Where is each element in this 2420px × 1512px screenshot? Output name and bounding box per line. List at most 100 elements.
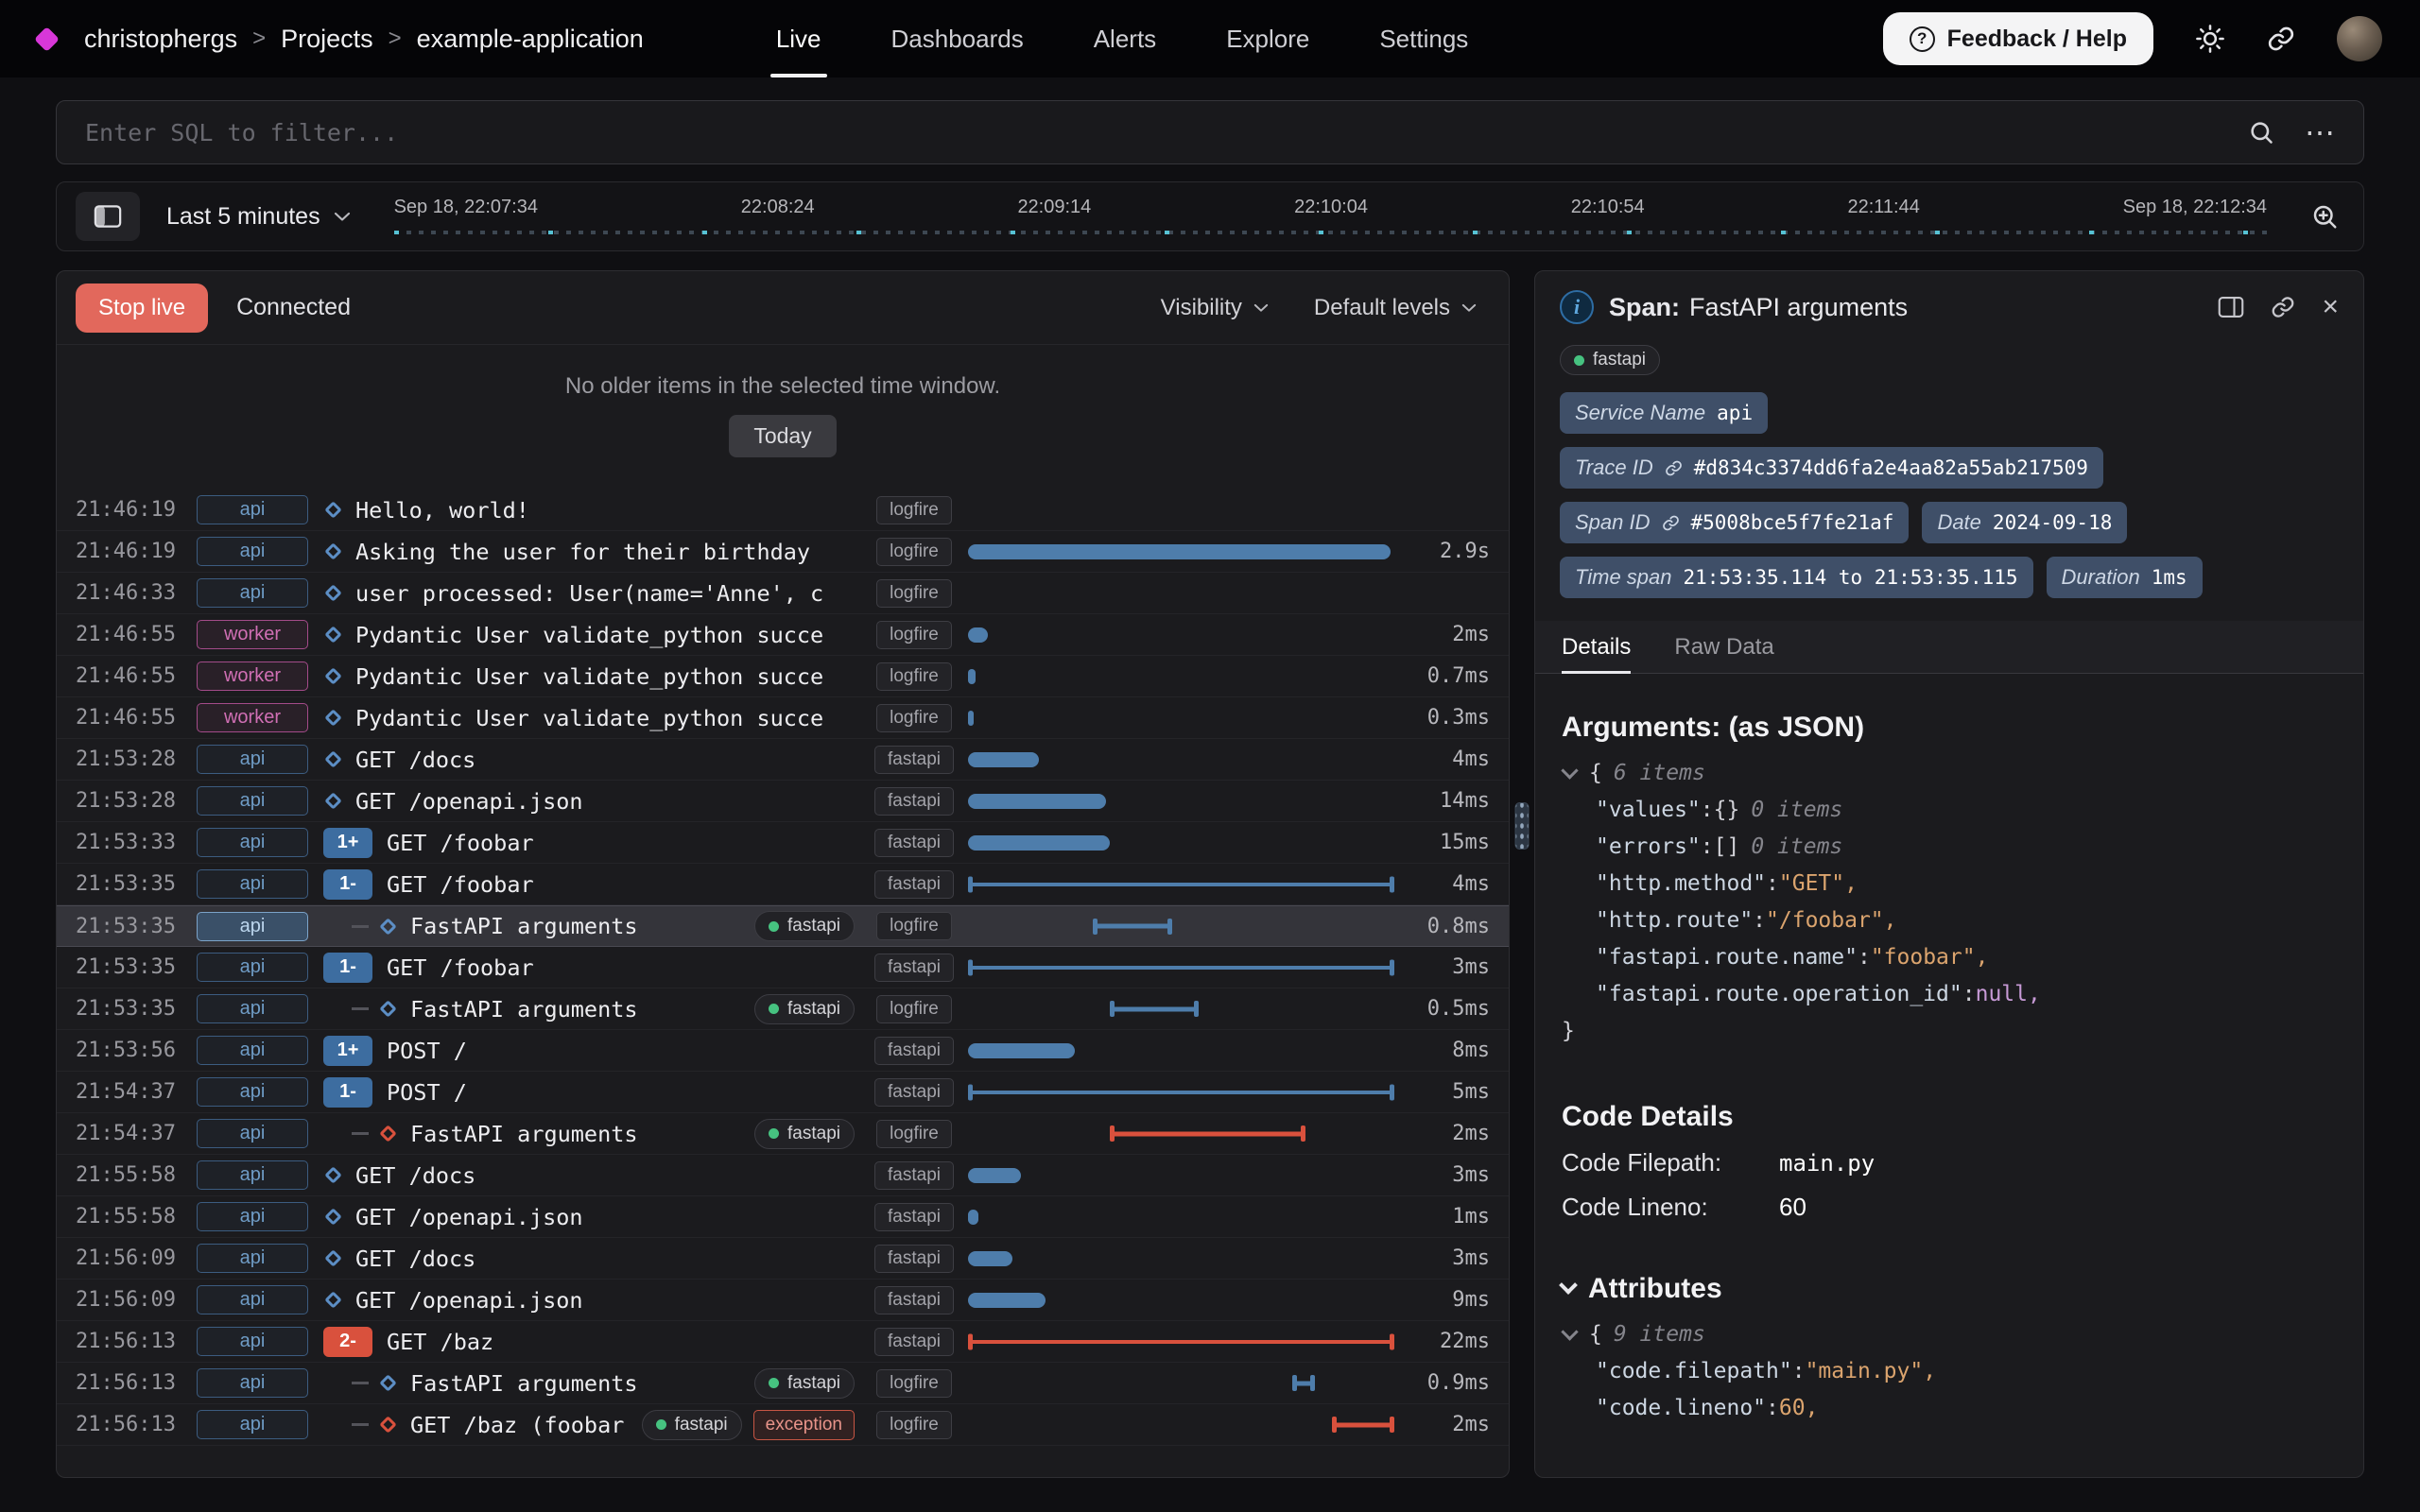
scope-chip-logfire[interactable]: logfire (876, 538, 952, 566)
scope-chip-fastapi[interactable]: fastapi (874, 870, 954, 899)
drag-handle[interactable] (1515, 802, 1530, 850)
log-row[interactable]: 21:56:09apiGET /docsfastapi3ms (57, 1238, 1509, 1280)
meta-chip-service-name[interactable]: Service Nameapi (1560, 392, 1768, 434)
nav-tab-live[interactable]: Live (776, 0, 821, 77)
meta-chip-date[interactable]: Date2024-09-18 (1922, 502, 2127, 543)
log-row[interactable]: 21:46:55workerPydantic User validate_pyt… (57, 656, 1509, 697)
scope-chip-fastapi[interactable]: fastapi (874, 787, 954, 816)
meta-chip-time-span[interactable]: Time span21:53:35.114 to 21:53:35.115 (1560, 557, 2033, 598)
nav-tab-explore[interactable]: Explore (1226, 0, 1309, 77)
log-row[interactable]: 21:54:37apiFastAPI argumentsfastapilogfi… (57, 1113, 1509, 1155)
scope-chip-logfire[interactable]: logfire (876, 1120, 952, 1148)
log-row[interactable]: 21:56:09apiGET /openapi.jsonfastapi9ms (57, 1280, 1509, 1321)
panel-splitter[interactable] (1510, 270, 1534, 1478)
scope-chip-logfire[interactable]: logfire (876, 662, 952, 691)
scope-chip-logfire[interactable]: logfire (876, 704, 952, 732)
tag-chip-api[interactable]: api (197, 1368, 308, 1398)
tag-chip-api[interactable]: api (197, 1410, 308, 1439)
tag-chip-api[interactable]: api (197, 537, 308, 566)
tab-details[interactable]: Details (1562, 621, 1631, 673)
scope-chip-fastapi[interactable]: fastapi (874, 1245, 954, 1273)
panel-toggle-button[interactable] (76, 192, 140, 241)
tag-pill-fastapi[interactable]: fastapi (1560, 345, 1660, 375)
log-row[interactable]: 21:53:35api1-GET /foobarfastapi3ms (57, 947, 1509, 988)
scope-chip-logfire[interactable]: logfire (876, 912, 952, 940)
scope-chip-logfire[interactable]: logfire (876, 1411, 952, 1439)
children-count-badge[interactable]: 1- (323, 953, 372, 983)
default-levels-dropdown[interactable]: Default levels (1314, 295, 1477, 321)
visibility-dropdown[interactable]: Visibility (1161, 295, 1269, 321)
tag-chip-api[interactable]: api (197, 953, 308, 982)
scope-chip-logfire[interactable]: logfire (876, 995, 952, 1023)
tag-chip-api[interactable]: api (197, 869, 308, 899)
scope-chip-fastapi[interactable]: fastapi (874, 1203, 954, 1231)
tag-chip-api[interactable]: api (197, 828, 308, 857)
zoom-in-icon[interactable] (2310, 202, 2339, 231)
log-row[interactable]: 21:54:37api1-POST /fastapi5ms (57, 1072, 1509, 1113)
children-count-badge[interactable]: 1+ (323, 1036, 372, 1066)
log-row[interactable]: 21:53:28apiGET /openapi.jsonfastapi14ms (57, 781, 1509, 822)
scope-chip-fastapi[interactable]: fastapi (874, 1078, 954, 1107)
collapse-caret-icon[interactable] (1559, 1276, 1578, 1295)
collapse-caret-icon[interactable] (1561, 762, 1578, 779)
children-count-badge[interactable]: 1- (323, 869, 372, 900)
log-row[interactable]: 21:46:55workerPydantic User validate_pyt… (57, 697, 1509, 739)
tag-pill-fastapi[interactable]: fastapi (754, 1368, 855, 1399)
nav-tab-dashboards[interactable]: Dashboards (891, 0, 1024, 77)
log-row[interactable]: 21:53:56api1+POST /fastapi8ms (57, 1030, 1509, 1072)
more-options-icon[interactable]: ⋯ (2305, 117, 2335, 147)
log-row[interactable]: 21:55:58apiGET /openapi.jsonfastapi1ms (57, 1196, 1509, 1238)
feedback-help-button[interactable]: ? Feedback / Help (1883, 12, 2153, 65)
log-row[interactable]: 21:56:13apiGET /baz (foobar)fastapiexcep… (57, 1404, 1509, 1446)
scope-chip-logfire[interactable]: logfire (876, 1369, 952, 1398)
tag-chip-api[interactable]: api (197, 1244, 308, 1273)
nav-tab-settings[interactable]: Settings (1379, 0, 1468, 77)
time-range-select[interactable]: Last 5 minutes (166, 203, 351, 231)
log-row[interactable]: 21:46:19apiAsking the user for their bir… (57, 531, 1509, 573)
tag-pill-fastapi[interactable]: fastapi (642, 1410, 742, 1440)
breadcrumb-item[interactable]: example-application (417, 25, 644, 54)
tag-chip-worker[interactable]: worker (197, 662, 308, 691)
tab-raw-data[interactable]: Raw Data (1674, 621, 1773, 673)
close-icon[interactable]: × (2322, 293, 2339, 321)
log-row[interactable]: 21:55:58apiGET /docsfastapi3ms (57, 1155, 1509, 1196)
scope-chip-logfire[interactable]: logfire (876, 579, 952, 608)
tag-chip-api[interactable]: api (197, 1160, 308, 1190)
tag-pill-fastapi[interactable]: fastapi (754, 911, 855, 941)
share-link-icon[interactable] (2267, 25, 2295, 53)
stop-live-button[interactable]: Stop live (76, 284, 208, 333)
search-icon[interactable] (2248, 119, 2274, 146)
today-button[interactable]: Today (729, 415, 836, 457)
tag-chip-api[interactable]: api (197, 495, 308, 524)
tag-pill-fastapi[interactable]: fastapi (754, 994, 855, 1024)
tag-chip-worker[interactable]: worker (197, 620, 308, 649)
log-row[interactable]: 21:46:33apiuser processed: User(name='An… (57, 573, 1509, 614)
scope-chip-fastapi[interactable]: fastapi (874, 1161, 954, 1190)
log-row[interactable]: 21:46:55workerPydantic User validate_pyt… (57, 614, 1509, 656)
tag-chip-api[interactable]: api (197, 1202, 308, 1231)
tag-pill-fastapi[interactable]: fastapi (754, 1119, 855, 1149)
scope-chip-fastapi[interactable]: fastapi (874, 746, 954, 774)
breadcrumb-item[interactable]: christophergs (84, 25, 237, 54)
scope-chip-fastapi[interactable]: fastapi (874, 829, 954, 857)
meta-chip-trace-id[interactable]: Trace ID#d834c3374dd6fa2e4aa82a55ab21750… (1560, 447, 2103, 489)
tag-chip-worker[interactable]: worker (197, 703, 308, 732)
collapse-caret-icon[interactable] (1561, 1323, 1578, 1340)
meta-chip-span-id[interactable]: Span ID#5008bce5f7fe21af (1560, 502, 1909, 543)
tag-chip-api[interactable]: api (197, 786, 308, 816)
children-count-badge[interactable]: 1- (323, 1077, 372, 1108)
children-count-badge[interactable]: 2- (323, 1327, 372, 1357)
log-row[interactable]: 21:53:33api1+GET /foobarfastapi15ms (57, 822, 1509, 864)
log-row[interactable]: 21:53:35apiFastAPI argumentsfastapilogfi… (57, 905, 1509, 947)
tag-chip-api[interactable]: api (197, 912, 308, 941)
log-row[interactable]: 21:46:19apiHello, world!logfire (57, 490, 1509, 531)
log-row[interactable]: 21:53:28apiGET /docsfastapi4ms (57, 739, 1509, 781)
copy-link-icon[interactable] (2271, 295, 2295, 319)
scope-chip-fastapi[interactable]: fastapi (874, 1286, 954, 1314)
nav-tab-alerts[interactable]: Alerts (1094, 0, 1156, 77)
scope-chip-fastapi[interactable]: fastapi (874, 1037, 954, 1065)
exception-chip[interactable]: exception (753, 1410, 855, 1440)
tag-chip-api[interactable]: api (197, 1077, 308, 1107)
scope-chip-fastapi[interactable]: fastapi (874, 954, 954, 982)
user-avatar[interactable] (2337, 16, 2382, 61)
